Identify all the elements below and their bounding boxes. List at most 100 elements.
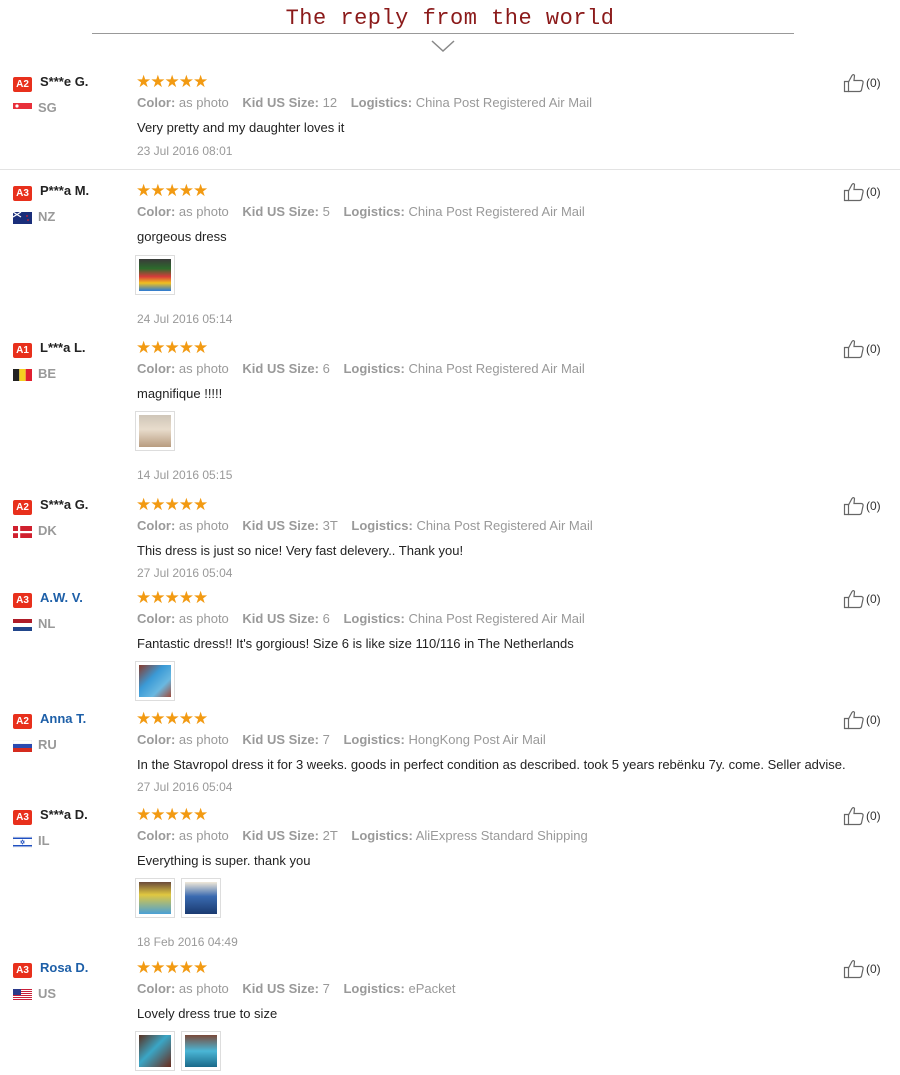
review-date: 27 Jul 2016 05:04 xyxy=(137,566,233,580)
star-icon: ★ xyxy=(178,805,194,824)
order-details: Color: as photo Kid US Size: 2T Logistic… xyxy=(137,828,598,843)
logistics-label: Logistics: xyxy=(343,981,405,996)
star-icon: ★ xyxy=(193,72,209,91)
size-label: Kid US Size: xyxy=(242,828,319,843)
country-code: DK xyxy=(38,523,57,538)
star-icon: ★ xyxy=(164,72,180,91)
review-photo-thumbnail[interactable] xyxy=(135,255,175,295)
helpful-button[interactable]: (0) xyxy=(843,710,881,730)
helpful-button[interactable]: (0) xyxy=(843,806,881,826)
buyer-level-badge: A2 xyxy=(13,714,32,729)
buyer-level-badge: A1 xyxy=(13,343,32,358)
buyer-level-badge: A3 xyxy=(13,186,32,201)
order-details: Color: as photo Kid US Size: 3T Logistic… xyxy=(137,518,603,533)
reviewer-name[interactable]: Anna T. xyxy=(40,711,86,726)
review-item: A2 S***e G. SG ★★★★★ Color: as photo Kid US … xyxy=(0,73,900,170)
chevron-down-icon[interactable] xyxy=(430,38,456,54)
country-code: US xyxy=(38,986,57,1001)
size-value: 7 xyxy=(322,981,330,996)
helpful-button[interactable]: (0) xyxy=(843,959,881,979)
title-divider xyxy=(92,33,794,34)
logistics-label: Logistics: xyxy=(343,361,405,376)
size-label: Kid US Size: xyxy=(242,611,319,626)
review-item: A2 S***a G. DK ★★★★★ Color: as photo Kid US … xyxy=(0,496,900,586)
review-photo-thumbnail[interactable] xyxy=(135,878,175,918)
reviewer-name[interactable]: A.W. V. xyxy=(40,590,83,605)
helpful-count: (0) xyxy=(866,592,881,606)
country-code: BE xyxy=(38,366,57,381)
color-label: Color: xyxy=(137,518,176,533)
review-date: 27 Jul 2016 05:04 xyxy=(137,780,233,794)
reviewer-name: S***e G. xyxy=(40,74,89,89)
page-title: The reply from the world xyxy=(285,6,615,31)
star-icon: ★ xyxy=(136,72,152,91)
star-icon: ★ xyxy=(164,805,180,824)
review-text: gorgeous dress xyxy=(137,229,227,244)
star-icon: ★ xyxy=(150,495,166,514)
color-value: as photo xyxy=(178,828,229,843)
review-item: A3 A.W. V. NL ★★★★★ Color: as photo Kid US S… xyxy=(0,589,900,704)
star-icon: ★ xyxy=(150,588,166,607)
color-label: Color: xyxy=(137,732,176,747)
star-icon: ★ xyxy=(150,958,166,977)
review-text: Fantastic dress!! It's gorgious! Size 6 … xyxy=(137,636,574,651)
thumbs-up-icon xyxy=(843,807,865,826)
helpful-button[interactable]: (0) xyxy=(843,496,881,516)
logistics-label: Logistics: xyxy=(350,95,413,110)
country-code: IL xyxy=(38,833,50,848)
reviewer-name[interactable]: Rosa D. xyxy=(40,960,88,975)
country-flag-icon xyxy=(13,618,32,631)
star-icon: ★ xyxy=(193,338,209,357)
review-text: Everything is super. thank you xyxy=(137,853,311,868)
star-icon: ★ xyxy=(178,495,194,514)
country-flag-icon xyxy=(13,525,32,538)
review-text: This dress is just so nice! Very fast de… xyxy=(137,543,464,558)
logistics-label: Logistics: xyxy=(343,611,405,626)
review-photo-thumbnail[interactable] xyxy=(181,1031,221,1071)
color-value: as photo xyxy=(178,518,229,533)
star-icon: ★ xyxy=(164,495,180,514)
size-label: Kid US Size: xyxy=(242,361,319,376)
helpful-button[interactable]: (0) xyxy=(843,182,881,202)
size-value: 6 xyxy=(322,361,330,376)
helpful-button[interactable]: (0) xyxy=(843,339,881,359)
star-icon: ★ xyxy=(193,181,209,200)
color-label: Color: xyxy=(137,361,176,376)
review-date: 18 Feb 2016 04:49 xyxy=(137,935,238,949)
star-icon: ★ xyxy=(193,958,209,977)
review-item: A3 P***a M. NZ ★★★★★ Color: as photo Kid US … xyxy=(0,182,900,332)
country-flag-icon xyxy=(12,835,33,849)
review-date: 23 Jul 2016 08:01 xyxy=(137,144,233,158)
reviewer-name: S***a D. xyxy=(40,807,88,822)
logistics-value: China Post Registered Air Mail xyxy=(408,611,585,626)
review-photo-thumbnail[interactable] xyxy=(181,878,221,918)
review-item: A3 S***a D. IL ★★★★★ Color: as photo Kid US … xyxy=(0,806,900,956)
review-text: In the Stavropol dress it for 3 weeks. g… xyxy=(137,757,846,772)
review-photo-thumbnail[interactable] xyxy=(135,1031,175,1071)
rating-stars: ★★★★★ xyxy=(136,710,208,729)
review-photo-thumbnail[interactable] xyxy=(135,661,175,701)
logistics-label: Logistics: xyxy=(343,204,405,219)
review-photo-thumbnail[interactable] xyxy=(135,411,175,451)
review-date: 14 Jul 2016 05:15 xyxy=(137,468,233,482)
color-value: as photo xyxy=(178,611,229,626)
review-item: A2 Anna T. RU ★★★★★ Color: as photo Kid US S… xyxy=(0,710,900,805)
logistics-value: China Post Registered Air Mail xyxy=(416,518,593,533)
reviewer-name: P***a M. xyxy=(40,183,90,198)
thumbs-up-icon xyxy=(843,74,865,93)
helpful-count: (0) xyxy=(866,499,881,513)
review-item: A3 Rosa D. US ★★★★★ Color: as photo Kid US S… xyxy=(0,959,900,1075)
color-value: as photo xyxy=(178,95,229,110)
logistics-label: Logistics: xyxy=(351,518,413,533)
order-details: Color: as photo Kid US Size: 12 Logistic… xyxy=(137,95,602,110)
logistics-value: AliExpress Standard Shipping xyxy=(415,828,588,843)
helpful-count: (0) xyxy=(866,809,881,823)
color-label: Color: xyxy=(137,981,176,996)
buyer-level-badge: A2 xyxy=(13,500,32,515)
review-text: Lovely dress true to size xyxy=(137,1006,278,1021)
helpful-button[interactable]: (0) xyxy=(843,589,881,609)
helpful-button[interactable]: (0) xyxy=(843,73,881,93)
star-icon: ★ xyxy=(136,805,152,824)
color-value: as photo xyxy=(178,204,229,219)
buyer-level-badge: A3 xyxy=(13,593,32,608)
